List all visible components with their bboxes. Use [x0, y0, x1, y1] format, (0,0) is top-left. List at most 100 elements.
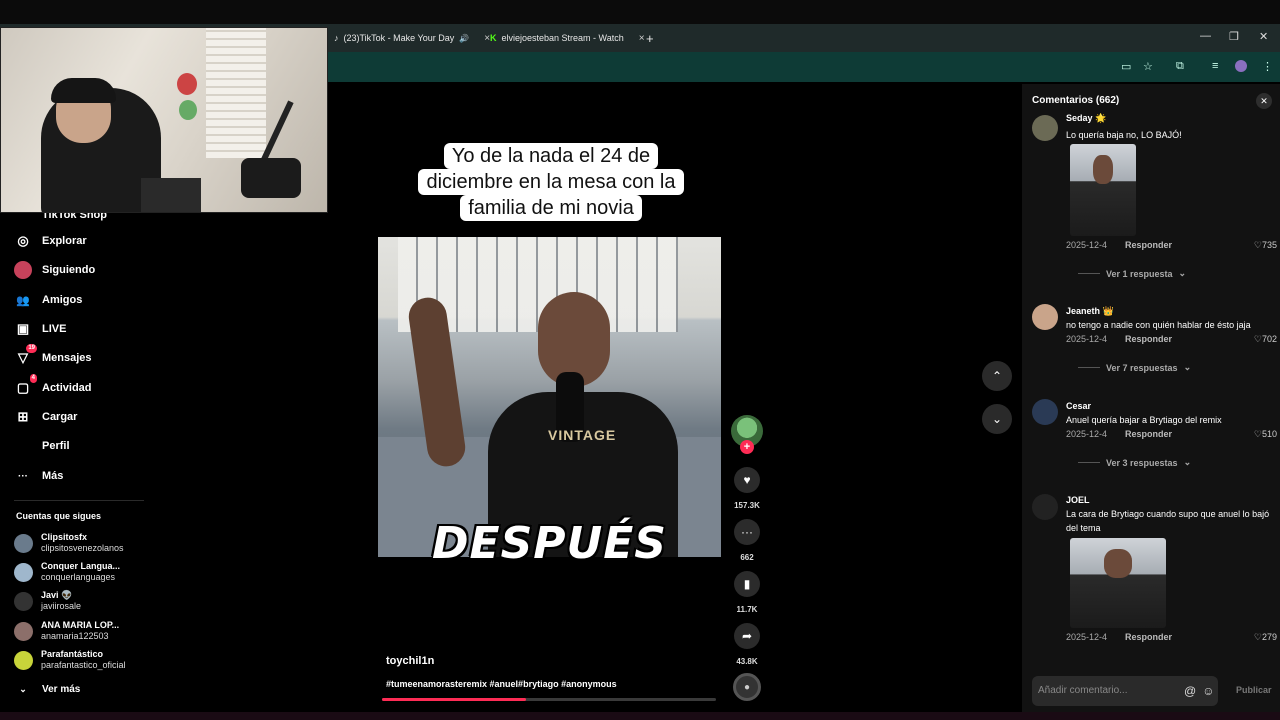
comment-author[interactable]: Seday 🌟	[1066, 113, 1106, 124]
nav-item-live[interactable]: ▣ LIVE	[14, 320, 67, 338]
view-replies-label: Ver 7 respuestas	[1106, 362, 1178, 373]
comment-likes[interactable]: ♡279	[1254, 632, 1277, 643]
like-count: 735	[1261, 240, 1277, 250]
avatar	[14, 533, 33, 553]
menu-dots-icon[interactable]: ⋮	[1262, 60, 1273, 73]
reply-button[interactable]: Responder	[1125, 334, 1172, 344]
heart-outline-icon: ♡	[1253, 240, 1262, 250]
comments-title: Comentarios (662)	[1032, 95, 1120, 106]
taskbar-strip	[0, 712, 1280, 720]
publish-button[interactable]: Publicar	[1236, 685, 1272, 695]
comment-text: no tengo a nadie con quién hablar de ést…	[1066, 320, 1251, 330]
previous-video-button[interactable]: ⌃	[982, 361, 1012, 391]
view-replies-button[interactable]: Ver 3 respuestas ⌄	[1078, 457, 1191, 468]
nav-item-explorar[interactable]: ◎ Explorar	[14, 232, 86, 250]
nav-item-mas[interactable]: ··· Más	[14, 467, 63, 485]
avatar	[14, 650, 33, 670]
save-count: 11.7K	[736, 605, 758, 614]
cast-icon[interactable]: ▭	[1121, 60, 1131, 73]
account-handle: parafantastico_oficial	[41, 660, 126, 670]
image-face	[1093, 155, 1113, 185]
new-tab-button[interactable]: +	[646, 28, 654, 48]
nav-divider	[14, 500, 144, 501]
following-account[interactable]: ANA MARIA LOP... anamaria122503	[14, 620, 119, 642]
nav-item-amigos[interactable]: 👥 Amigos	[14, 291, 82, 309]
music-disc-icon[interactable]: ●	[733, 673, 761, 701]
nav-label: Actividad	[42, 382, 92, 394]
following-account[interactable]: Clipsitosfx clipsitosvenezolanos	[14, 532, 124, 554]
nav-item-perfil[interactable]: Perfil	[14, 437, 70, 455]
following-account[interactable]: Conquer Langua... conquerlanguages	[14, 561, 120, 583]
view-replies-button[interactable]: Ver 1 respuesta ⌄	[1078, 268, 1186, 279]
star-icon[interactable]: ☆	[1143, 60, 1153, 73]
comment-text: Anuel quería bajar a Brytiago del remix	[1066, 415, 1222, 425]
reply-button[interactable]: Responder	[1125, 429, 1172, 439]
webcam-balloon	[179, 100, 197, 120]
save-button[interactable]: ▮	[734, 571, 760, 597]
screenshot-icon[interactable]: ⧉	[1176, 60, 1184, 73]
image-face	[1103, 548, 1133, 578]
like-count: 510	[1261, 429, 1277, 439]
comment-author[interactable]: Jeaneth 👑	[1066, 306, 1114, 317]
chevron-down-icon: ⌄	[1178, 268, 1187, 278]
tab-kick-stream[interactable]: K elviejoesteban Stream - Watch ×	[490, 28, 645, 48]
mention-icon[interactable]: @	[1184, 684, 1196, 698]
comment-author[interactable]: Cesar	[1066, 401, 1091, 411]
chevron-down-icon: ⌄	[1183, 457, 1192, 467]
video-author[interactable]: toychil1n	[386, 655, 434, 667]
follow-plus-icon[interactable]: +	[740, 440, 754, 454]
comment-button[interactable]: ···	[734, 519, 760, 545]
nav-label: Siguiendo	[42, 264, 96, 276]
nav-item-mensajes[interactable]: ▽ 19 Mensajes	[14, 344, 92, 367]
account-name: Javi 👽	[41, 590, 73, 600]
tab-title: elviejoesteban Stream - Watch	[501, 33, 624, 43]
heart-outline-icon: ♡	[1253, 334, 1262, 344]
following-icon	[14, 261, 32, 279]
nav-item-siguiendo[interactable]: Siguiendo	[14, 261, 95, 279]
avatar[interactable]	[1032, 115, 1058, 141]
comment-author[interactable]: JOEL	[1066, 495, 1090, 505]
comment-image[interactable]	[1070, 144, 1136, 236]
tab-tiktok[interactable]: ♪ (23)TikTok - Make Your Day 🔊 ×	[334, 28, 490, 48]
video-caption: Yo de la nada el 24 de diciembre en la m…	[404, 143, 698, 221]
video-player[interactable]: VINTAGE	[378, 237, 721, 557]
comment-likes[interactable]: ♡510	[1254, 429, 1277, 440]
share-count: 43.8K	[736, 657, 758, 666]
video-hashtags[interactable]: #tumeenamorasteremix #anuel#brytiago #an…	[386, 679, 617, 689]
comment-image[interactable]	[1070, 538, 1166, 628]
nav-label: Perfil	[42, 440, 70, 452]
live-icon: ▣	[16, 321, 30, 336]
view-replies-button[interactable]: Ver 7 respuestas ⌄	[1078, 362, 1191, 373]
like-count: 279	[1261, 632, 1277, 642]
next-video-button[interactable]: ⌄	[982, 404, 1012, 434]
reply-button[interactable]: Responder	[1125, 240, 1172, 250]
reply-button[interactable]: Responder	[1125, 632, 1172, 642]
window-close-button[interactable]: ✕	[1259, 30, 1268, 43]
share-button[interactable]: ➦	[734, 623, 760, 649]
avatar[interactable]	[1032, 304, 1058, 330]
avatar[interactable]	[1032, 494, 1058, 520]
nav-item-actividad[interactable]: ▢ 4 Actividad	[14, 374, 92, 397]
like-button[interactable]: ♥	[734, 467, 760, 493]
restore-button[interactable]: ❐	[1229, 30, 1239, 43]
comment-likes[interactable]: ♡702	[1254, 334, 1277, 345]
profile-avatar-icon[interactable]	[1235, 60, 1247, 72]
comment-meta: 2025-12-4 Responder	[1066, 429, 1276, 439]
heart-outline-icon: ♡	[1253, 632, 1262, 642]
following-account[interactable]: Parafantástico parafantastico_oficial	[14, 649, 126, 671]
close-comments-icon[interactable]: ✕	[1256, 93, 1272, 109]
minimize-button[interactable]: —	[1200, 30, 1211, 42]
media-control-icon[interactable]: ≡	[1212, 60, 1218, 72]
close-tab-icon[interactable]: ×	[639, 33, 645, 44]
like-count: 702	[1261, 334, 1277, 344]
account-handle: anamaria122503	[41, 631, 109, 641]
share-arrow-icon: ➦	[741, 629, 753, 643]
following-account[interactable]: Javi 👽 javiirosale	[14, 590, 81, 612]
see-more-button[interactable]: ⌄ Ver más	[14, 680, 80, 698]
nav-item-cargar[interactable]: ⊞ Cargar	[14, 408, 78, 426]
emoji-icon[interactable]: ☺	[1202, 684, 1214, 698]
video-progress-bar[interactable]	[382, 698, 716, 701]
following-accounts-title: Cuentas que sigues	[16, 511, 102, 521]
avatar[interactable]	[1032, 399, 1058, 425]
comment-likes[interactable]: ♡735	[1254, 240, 1277, 251]
